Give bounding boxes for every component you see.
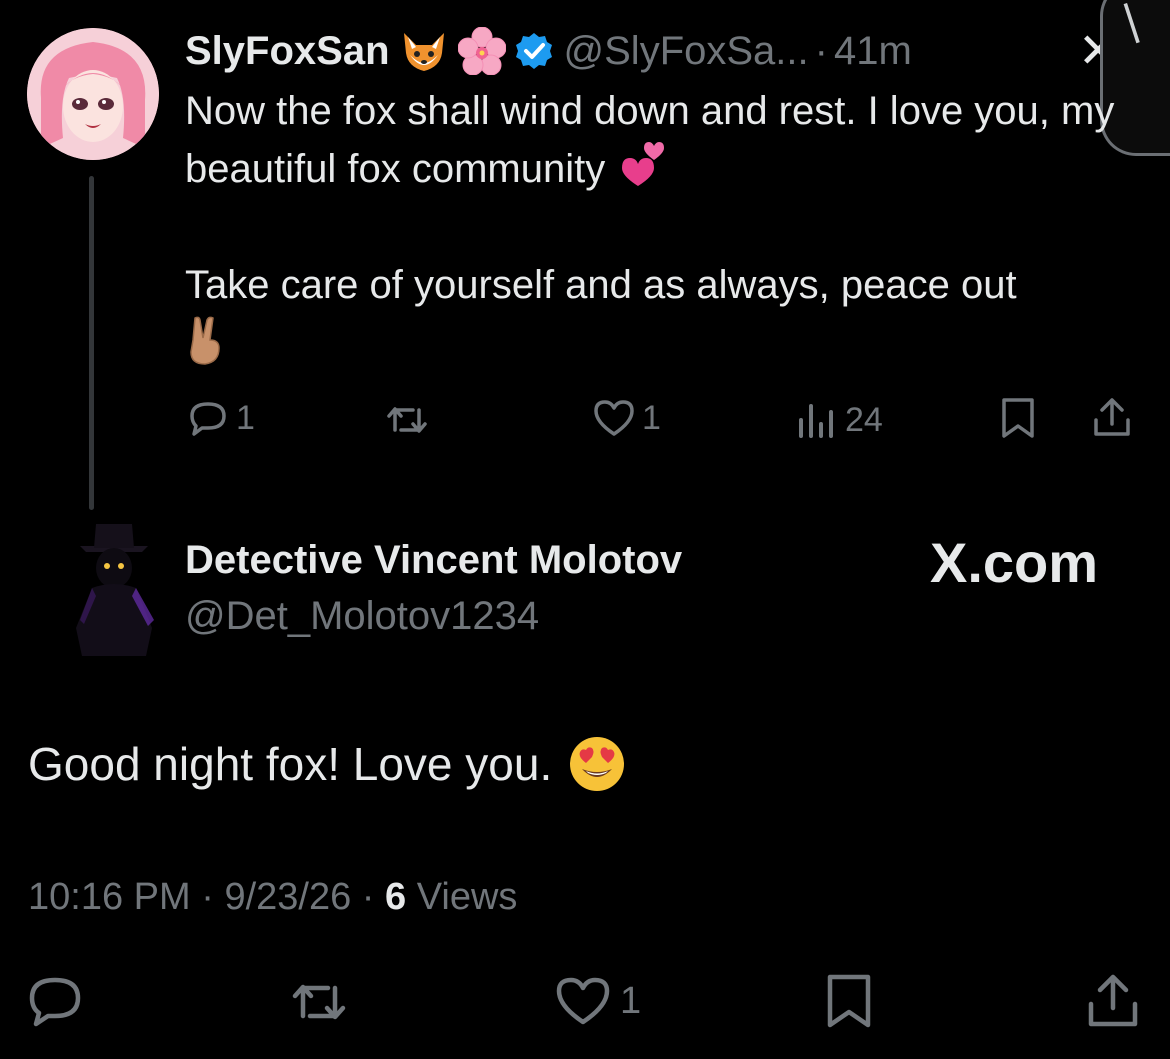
tweet-header: SlyFoxSan @SlyFoxSa... · 41m [185, 22, 912, 80]
like-button[interactable]: 1 [592, 396, 661, 440]
handle[interactable]: @SlyFoxSa... [564, 29, 809, 74]
heart-eyes-emoji [568, 735, 626, 793]
display-name[interactable]: Detective Vincent Molotov [185, 538, 682, 583]
share-icon [1094, 398, 1130, 436]
heart-icon [594, 400, 634, 436]
display-name[interactable]: SlyFoxSan [185, 29, 390, 74]
like-count: 1 [642, 398, 661, 437]
bookmark-button[interactable] [996, 396, 1040, 440]
reply-icon [190, 402, 226, 436]
separator-dot: · [361, 876, 375, 918]
fox-face-emoji [400, 27, 448, 75]
cherry-blossom-emoji [457, 26, 507, 76]
repost-icon [292, 984, 346, 1020]
heart-icon [556, 977, 610, 1025]
date[interactable]: 9/23/26 [224, 876, 351, 918]
views-label: Views [416, 876, 518, 918]
reply-text-content: Good night fox! Love you. [28, 738, 553, 790]
share-button[interactable] [1084, 972, 1142, 1030]
separator-dot: · [201, 876, 214, 918]
avatar[interactable] [62, 516, 166, 656]
reply-text: Good night fox! Love you. [28, 735, 626, 793]
x-logo: X.com [930, 531, 1099, 594]
two-hearts-emoji [616, 142, 666, 188]
timestamp[interactable]: 10:16 PM [28, 876, 191, 918]
like-count: 1 [620, 979, 642, 1022]
share-button[interactable] [1090, 396, 1134, 440]
views-button[interactable]: 24 [795, 398, 883, 442]
bookmark-icon [827, 974, 871, 1028]
timestamp[interactable]: 41m [834, 29, 912, 74]
views-count: 24 [845, 400, 883, 439]
tweet-text: Now the fox shall wind down and rest. I … [185, 82, 1145, 376]
separator-dot: · [814, 28, 828, 73]
victory-hand-emoji [185, 314, 225, 366]
avatar[interactable] [27, 28, 159, 160]
tweet-text-line-2: Take care of yourself and as always, pea… [185, 263, 1017, 307]
repost-icon [387, 407, 427, 433]
bookmark-button[interactable] [820, 972, 878, 1030]
tweet-meta: 10:16 PM · 9/23/26 · 6 Views [28, 876, 517, 919]
reply-button[interactable]: 1 [186, 396, 255, 440]
reply-button[interactable] [26, 972, 84, 1030]
reply-count: 1 [236, 398, 255, 437]
repost-button[interactable] [385, 398, 429, 442]
repost-button[interactable] [290, 972, 348, 1030]
verified-badge-icon [514, 31, 554, 71]
bookmark-icon [1002, 398, 1034, 438]
views-count: 6 [385, 876, 407, 918]
handle[interactable]: @Det_Molotov1234 [185, 594, 539, 639]
thread-connector-line [89, 176, 94, 510]
share-icon [1088, 974, 1138, 1027]
reply-icon [29, 977, 81, 1027]
like-button[interactable]: 1 [554, 972, 641, 1030]
analytics-icon [799, 404, 833, 438]
